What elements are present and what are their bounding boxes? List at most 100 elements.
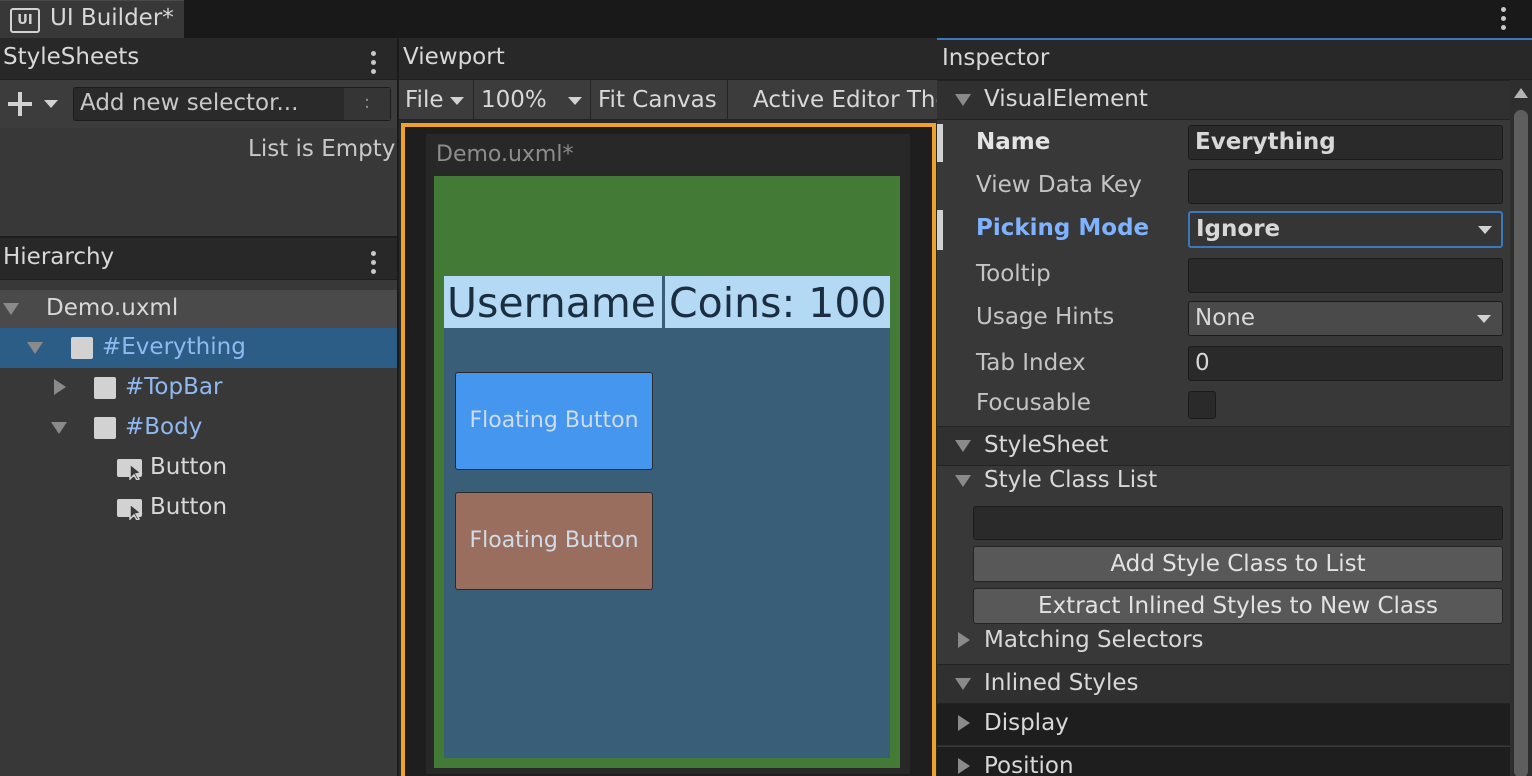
everything-element[interactable]: Floating Button Floating Button Username… <box>434 176 900 768</box>
display-foldout[interactable]: Display <box>937 704 1510 746</box>
document-canvas[interactable]: Demo.uxml* Floating Button Floating Butt… <box>426 134 910 774</box>
theme-menu-button[interactable]: Active Editor Theme <box>745 80 937 119</box>
floating-button-1[interactable]: Floating Button <box>455 372 653 470</box>
tooltip-field[interactable] <box>1188 258 1503 293</box>
position-foldout[interactable]: Position <box>937 747 1510 776</box>
floating-button-2[interactable]: Floating Button <box>455 492 653 590</box>
focusable-label: Focusable <box>976 390 1091 416</box>
body-element[interactable]: Floating Button Floating Button <box>444 328 890 758</box>
chevron-down-icon <box>568 97 582 105</box>
ui-builder-icon: UI <box>10 8 40 33</box>
override-indicator <box>937 124 943 162</box>
style-class-input[interactable] <box>973 506 1503 540</box>
foldout-arrow-icon <box>958 758 970 774</box>
canvas-frame[interactable]: Demo.uxml* Floating Button Floating Butt… <box>401 123 936 776</box>
selector-placeholder: Add new selector... <box>80 90 299 116</box>
hierarchy-item-body[interactable]: #Body <box>0 408 397 448</box>
canvas-area[interactable]: Demo.uxml* Floating Button Floating Butt… <box>399 120 937 776</box>
name-field[interactable]: Everything <box>1188 125 1503 160</box>
stylesheets-title: StyleSheets <box>3 44 140 70</box>
inspector-header: Inspector <box>937 40 1532 80</box>
viewport-header: Viewport <box>399 38 937 80</box>
picking-mode-label: Picking Mode <box>976 215 1150 241</box>
hierarchy-menu-icon[interactable] <box>371 251 376 278</box>
visual-element-icon <box>94 377 116 399</box>
picking-mode-select[interactable]: Ignore <box>1188 211 1503 248</box>
foldout-arrow-icon <box>958 715 970 731</box>
topbar-element[interactable]: Username Coins: 100 <box>444 276 890 328</box>
stylesheets-header: StyleSheets <box>0 38 397 80</box>
hierarchy-item-label: Button <box>150 494 228 520</box>
chevron-down-icon <box>1477 315 1491 323</box>
coins-label[interactable]: Coins: 100 <box>669 276 887 328</box>
tab-title: UI Builder* <box>50 5 174 31</box>
scroll-thumb[interactable] <box>1514 110 1528 776</box>
button-icon <box>117 459 143 480</box>
section-visual-element[interactable]: VisualElement <box>937 80 1510 120</box>
username-label[interactable]: Username <box>447 276 656 328</box>
viewport-toolbar: File 100% Fit Canvas Active Editor Theme <box>399 80 937 120</box>
view-data-key-label: View Data Key <box>976 172 1142 198</box>
button-icon <box>117 499 143 520</box>
file-menu-button[interactable]: File <box>399 80 474 119</box>
document-label: Demo.uxml* <box>436 142 574 167</box>
topbar-divider <box>662 276 665 328</box>
tooltip-label: Tooltip <box>976 261 1051 287</box>
add-stylesheet-button[interactable] <box>6 88 64 120</box>
focusable-checkbox[interactable] <box>1188 391 1216 419</box>
expand-arrow-icon[interactable] <box>51 422 67 434</box>
matching-selectors-foldout[interactable]: Matching Selectors <box>937 626 1510 664</box>
hierarchy-title: Hierarchy <box>3 244 115 270</box>
expand-arrow-icon[interactable] <box>54 379 66 395</box>
hierarchy-item-topbar[interactable]: #TopBar <box>0 368 397 408</box>
left-panel: StyleSheets Add new selector... : List i… <box>0 38 397 776</box>
selector-pseudo-button[interactable]: : <box>344 88 390 120</box>
style-class-list-foldout[interactable]: Style Class List <box>937 466 1510 506</box>
hierarchy-item-everything[interactable]: #Everything <box>0 328 397 368</box>
hierarchy-item-label: #TopBar <box>125 374 223 400</box>
section-stylesheet[interactable]: StyleSheet <box>937 426 1510 466</box>
stylesheets-menu-icon[interactable] <box>371 51 376 78</box>
tab-index-label: Tab Index <box>976 350 1086 376</box>
zoom-menu-button[interactable]: 100% <box>475 80 591 119</box>
add-style-class-button[interactable]: Add Style Class to List <box>973 546 1503 582</box>
scroll-up-icon[interactable] <box>1514 88 1528 98</box>
expand-arrow-icon[interactable] <box>3 303 19 315</box>
window-menu-icon[interactable] <box>1501 7 1506 34</box>
viewport-title: Viewport <box>403 44 505 70</box>
chevron-down-icon <box>1478 226 1492 234</box>
extract-inlined-styles-button[interactable]: Extract Inlined Styles to New Class <box>973 588 1503 624</box>
usage-hints-label: Usage Hints <box>976 304 1115 330</box>
hierarchy-item-button[interactable]: Button <box>0 448 397 488</box>
view-data-key-field[interactable] <box>1188 169 1503 204</box>
hierarchy-root[interactable]: Demo.uxml <box>0 290 397 328</box>
foldout-arrow-icon <box>955 475 971 487</box>
selector-toolbar: Add new selector... : <box>0 80 397 128</box>
usage-hints-select[interactable]: None <box>1188 301 1503 336</box>
inspector-scrollbar[interactable] <box>1510 80 1532 776</box>
stylesheets-empty-text: List is Empty <box>248 136 396 162</box>
foldout-arrow-icon <box>955 678 971 690</box>
fit-canvas-button[interactable]: Fit Canvas <box>592 80 728 119</box>
foldout-arrow-icon <box>955 94 971 106</box>
hierarchy-item-label: Button <box>150 454 228 480</box>
override-indicator <box>937 210 943 250</box>
chevron-down-icon <box>44 100 58 108</box>
ui-builder-tab[interactable]: UI UI Builder* <box>0 0 184 38</box>
hierarchy-item-label: #Everything <box>102 334 246 360</box>
visual-element-icon <box>71 337 93 359</box>
chevron-down-icon <box>450 97 464 105</box>
inspector-panel: Inspector VisualElement Name Everything … <box>937 38 1532 776</box>
foldout-arrow-icon <box>955 440 971 452</box>
selector-input[interactable]: Add new selector... : <box>73 87 391 121</box>
section-inlined-styles[interactable]: Inlined Styles <box>937 664 1510 704</box>
expand-arrow-icon[interactable] <box>27 342 43 354</box>
visual-element-icon <box>94 417 116 439</box>
hierarchy-item-button[interactable]: Button <box>0 488 397 528</box>
foldout-arrow-icon <box>958 632 970 648</box>
inspector-title: Inspector <box>942 45 1050 71</box>
hierarchy-item-label: #Body <box>125 414 203 440</box>
tab-index-field[interactable]: 0 <box>1188 346 1503 381</box>
hierarchy-root-label: Demo.uxml <box>46 295 179 321</box>
name-label: Name <box>976 129 1051 155</box>
